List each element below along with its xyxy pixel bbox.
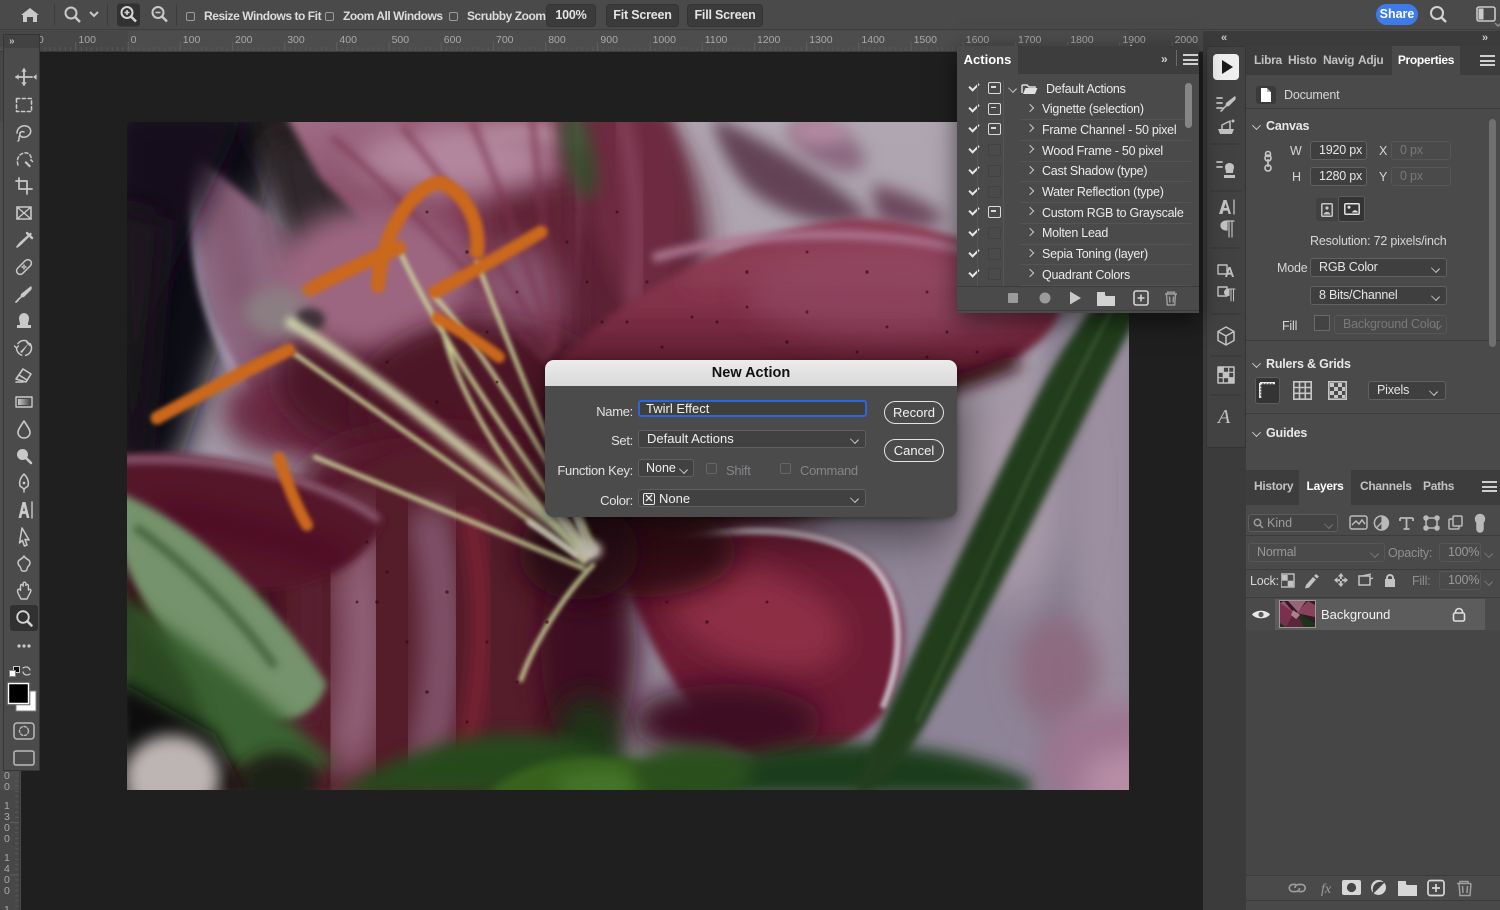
svg-text:fx: fx	[1321, 882, 1332, 897]
svg-text:A: A	[1216, 406, 1231, 428]
